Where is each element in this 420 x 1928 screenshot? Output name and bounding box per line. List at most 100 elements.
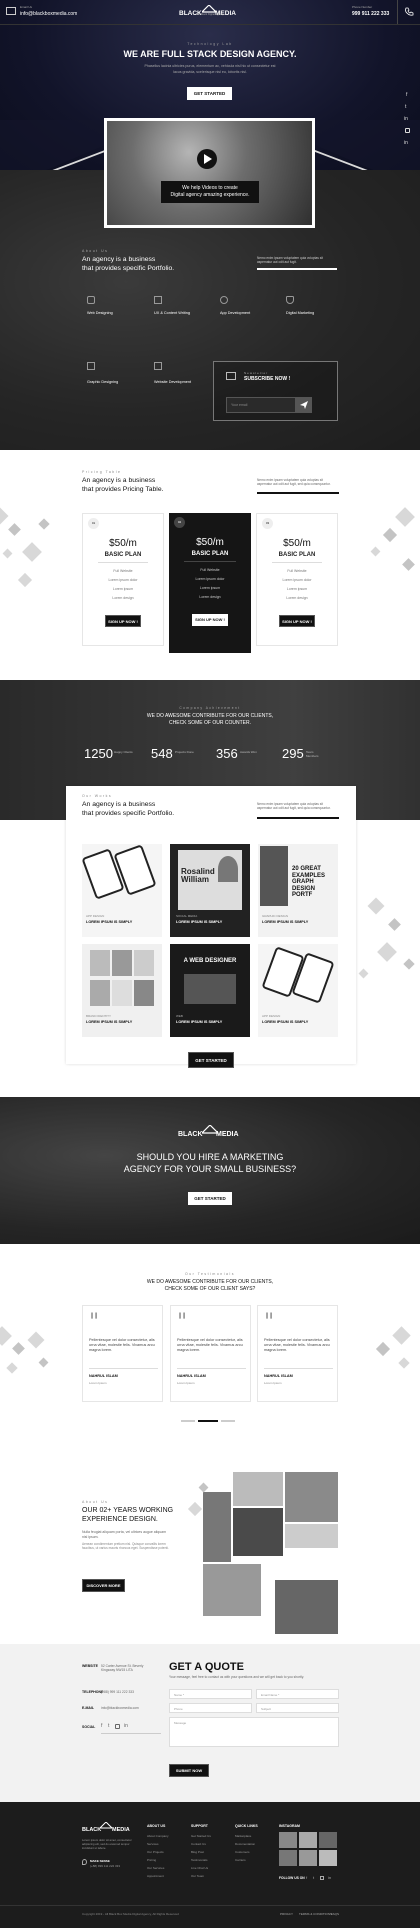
portfolio-item[interactable]: APP DESIGN LOREM IPSUM IS SIMPLY xyxy=(81,844,162,937)
hero-get-started-button[interactable]: GET STARTED xyxy=(187,87,232,100)
collage-image xyxy=(233,1508,283,1556)
footer-link[interactable]: Our Services xyxy=(147,1866,164,1870)
linkedin-icon-2[interactable]: in xyxy=(404,140,408,146)
service-app-development[interactable]: App Development xyxy=(220,311,250,315)
cta-logo: BLACK MEDIA xyxy=(178,1125,242,1141)
service-ux-content[interactable]: UX & Content Writing xyxy=(154,311,190,315)
linkedin-icon[interactable]: in xyxy=(404,116,408,122)
testimonial-name: NAHRUL ISLAM xyxy=(264,1374,293,1378)
slider-dot-active[interactable] xyxy=(198,1420,218,1422)
footer-link[interactable]: Testimonials xyxy=(191,1858,208,1862)
contact-label: E-MAIL xyxy=(82,1706,95,1710)
testimonials-eyebrow: Our Testimonials xyxy=(184,1272,235,1276)
cta-logo-left: BLACK xyxy=(178,1131,203,1138)
plan-name: BASIC PLAN xyxy=(191,551,229,557)
footer-bottom-link[interactable]: PRIVACY xyxy=(280,1912,293,1916)
instagram-icon[interactable] xyxy=(115,1724,120,1729)
phone-number[interactable]: 999 911 222 333 xyxy=(352,11,389,17)
cta-get-started-button[interactable]: GET STARTED xyxy=(188,1192,232,1205)
discover-more-button[interactable]: DISCOVER MORE xyxy=(82,1579,125,1592)
facebook-icon[interactable]: f xyxy=(101,1723,102,1729)
pricing-card-3: 03 $50/m BASIC PLAN Full Website Lorem i… xyxy=(256,513,338,646)
service-graphic-designing[interactable]: Graphic Designing xyxy=(87,380,118,384)
plan-signup-button[interactable]: SIGN UP NOW ! xyxy=(192,614,228,626)
plan-signup-button[interactable]: SIGN UP NOW ! xyxy=(105,615,141,627)
phone-icon-box[interactable] xyxy=(397,0,420,24)
linkedin-icon[interactable]: in xyxy=(124,1723,128,1729)
name-input[interactable]: Name * xyxy=(169,1689,252,1699)
footer-link[interactable]: Appointment xyxy=(147,1874,164,1878)
service-digital-marketing[interactable]: Digital Marketing xyxy=(286,311,314,315)
deco-diamond xyxy=(377,942,397,962)
footer-logo[interactable]: BLACK MEDIA xyxy=(82,1822,132,1836)
twitter-icon[interactable]: t xyxy=(108,1723,109,1729)
instagram-icon[interactable] xyxy=(320,1876,324,1880)
plan-signup-button[interactable]: SIGN UP NOW ! xyxy=(279,615,315,627)
experience-desc-2: Aenean condimentum pretium nisl. Quisque… xyxy=(82,1542,169,1551)
instagram-thumb[interactable] xyxy=(299,1832,317,1848)
footer-link[interactable]: Services xyxy=(147,1842,159,1846)
deco-diamond xyxy=(22,542,42,562)
facebook-icon[interactable]: f xyxy=(306,1875,307,1880)
facebook-icon[interactable]: f xyxy=(406,92,407,98)
twitter-icon[interactable]: t xyxy=(405,104,406,110)
slider-dot[interactable] xyxy=(181,1420,195,1422)
play-button[interactable] xyxy=(197,149,217,169)
instagram-thumb[interactable] xyxy=(299,1850,317,1866)
logo[interactable]: BLACK MEDIA xyxy=(179,5,241,19)
footer-link[interactable]: Live Chat Us xyxy=(191,1866,208,1870)
portfolio-category: APP DESIGN xyxy=(86,914,105,918)
contact-value[interactable]: info@blackboxmedia.com xyxy=(101,1706,151,1710)
phone-input[interactable]: Phone xyxy=(169,1703,252,1713)
message-textarea[interactable]: Message xyxy=(169,1717,339,1747)
deco-diamond xyxy=(382,527,398,543)
portfolio-item[interactable]: A WEB DESIGNER WEB LOREM IPSUM IS SIMPLY xyxy=(170,944,250,1037)
newsletter-send-button[interactable] xyxy=(296,397,312,413)
newsletter-email-input[interactable]: Your email xyxy=(226,397,296,413)
newsletter-title: SUBSCRIBE NOW ! xyxy=(244,376,291,382)
footer-link[interactable]: Documentation xyxy=(235,1842,255,1846)
slider-dot[interactable] xyxy=(221,1420,235,1422)
portfolio-item[interactable]: 20 GREAT EXAMPLES GRAPH DESIGN PORTF GRA… xyxy=(258,844,338,937)
submit-now-button[interactable]: SUBMIT NOW xyxy=(169,1764,209,1777)
deco-diamond xyxy=(12,1342,25,1355)
footer-link[interactable]: Carriers xyxy=(235,1858,246,1862)
portfolio-title: LOREM IPSUM IS SIMPLY xyxy=(86,1020,133,1024)
footer-link[interactable]: Blog Post xyxy=(191,1850,204,1854)
footer-bottom-link[interactable]: FAQS xyxy=(331,1912,339,1916)
instagram-thumb[interactable] xyxy=(279,1832,297,1848)
footer-link[interactable]: Customers xyxy=(235,1850,250,1854)
portfolio-item[interactable]: BRAND IDENTITY LOREM IPSUM IS SIMPLY xyxy=(82,944,162,1037)
cta-title-2: AGENCY FOR YOUR SMALL BUSINESS? xyxy=(123,1164,297,1174)
instagram-thumb[interactable] xyxy=(279,1850,297,1866)
about-title-2: that provides specific Portfolio. xyxy=(82,265,175,272)
footer-bottom-link[interactable]: TERMS & CONDITIONS xyxy=(299,1912,332,1916)
subject-input[interactable]: Subject xyxy=(256,1703,339,1713)
instagram-thumb[interactable] xyxy=(319,1850,337,1866)
portfolio-item[interactable]: Rosalind William SOCIAL MEDIA LOREM IPSU… xyxy=(170,844,250,937)
email-input[interactable]: Email Name * xyxy=(256,1689,339,1699)
footer-link[interactable]: Marketplace xyxy=(235,1834,251,1838)
footer-link[interactable]: Contact Us xyxy=(191,1842,206,1846)
testimonials-title-2: CHECK SOME OF OUR CLIENT SAYS? xyxy=(164,1286,256,1292)
stat-value: 295 xyxy=(282,746,304,761)
contact-value[interactable]: (+88) 999 111 222 333 xyxy=(101,1690,151,1694)
works-get-started-button[interactable]: GET STARTED xyxy=(188,1052,234,1068)
email-link[interactable]: info@blackboxmedia.com xyxy=(20,11,77,17)
portfolio-item[interactable]: APP DESIGN LOREM IPSUM IS SIMPLY xyxy=(258,944,338,1037)
footer-link[interactable]: Our Team xyxy=(191,1874,204,1878)
plan-badge: 02 xyxy=(174,517,185,528)
instagram-icon[interactable] xyxy=(405,128,410,133)
twitter-icon[interactable]: t xyxy=(313,1875,314,1880)
plan-badge: 01 xyxy=(88,518,99,529)
service-web-designing[interactable]: Web Designing xyxy=(87,311,113,315)
linkedin-icon[interactable]: in xyxy=(328,1875,331,1880)
service-website-development[interactable]: Website Development xyxy=(154,380,191,384)
footer-link[interactable]: About Company xyxy=(147,1834,169,1838)
location-pin-icon xyxy=(82,1859,87,1865)
footer-link[interactable]: Pricing xyxy=(147,1858,156,1862)
footer-link[interactable]: Get Started Us xyxy=(191,1834,211,1838)
video-thumbnail[interactable]: We help Videos to create Digital agency … xyxy=(107,121,312,225)
instagram-thumb[interactable] xyxy=(319,1832,337,1848)
footer-link[interactable]: Our Projects xyxy=(147,1850,164,1854)
